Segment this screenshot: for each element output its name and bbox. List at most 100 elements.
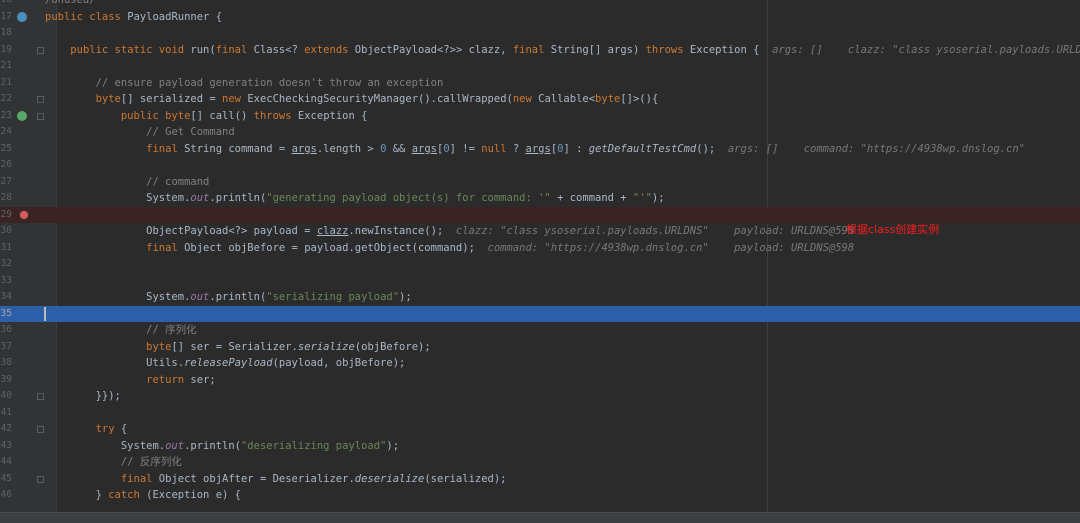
code-token: byte — [146, 340, 172, 353]
code-token: ObjectPayload<?> payload = — [45, 225, 317, 237]
code-token: null — [481, 142, 507, 155]
code-token: "deserializing payload" — [240, 439, 387, 452]
code-line[interactable]: 27 // command — [0, 174, 1080, 191]
code-token: Class<? — [253, 43, 305, 56]
code-token: public byte — [120, 109, 191, 122]
current-execution-line[interactable]: 35 — [0, 305, 1080, 322]
code-text: // ensure payload generation doesn't thr… — [45, 75, 444, 92]
line-number: 31 — [0, 241, 12, 253]
code-token: extends — [304, 43, 355, 56]
code-text: Utils.releasePayload(payload, objBefore)… — [45, 355, 405, 372]
line-number: 37 — [0, 340, 12, 352]
fold-toggle-icon[interactable] — [37, 393, 44, 400]
code-token: public static void — [70, 43, 191, 56]
code-line[interactable]: 21 // ensure payload generation doesn't … — [0, 75, 1080, 92]
code-token: [] serialized = — [120, 93, 223, 105]
code-line[interactable]: 31 final Object objBefore = payload.getO… — [0, 240, 1080, 257]
line-number: 21 — [0, 60, 12, 71]
code-token: "generating payload object(s) for comman… — [266, 192, 551, 204]
code-line[interactable]: 39 return ser; — [0, 372, 1080, 389]
code-line[interactable]: 40 }}); — [0, 388, 1080, 405]
horizontal-scrollbar[interactable] — [0, 512, 1080, 523]
code-line[interactable]: 32 — [0, 256, 1080, 273]
code-token: args — [525, 142, 551, 155]
code-line[interactable]: 16/Unused/ — [0, 0, 1080, 9]
code-token: deserialize — [354, 472, 425, 485]
code-token: System. — [45, 192, 191, 204]
code-line[interactable]: 38 Utils.releasePayload(payload, objBefo… — [0, 355, 1080, 372]
code-token: System. — [45, 439, 166, 452]
code-line[interactable]: 28 System.out.println("generating payloa… — [0, 190, 1080, 207]
code-line[interactable]: 44 // 反序列化 — [0, 454, 1080, 471]
code-line[interactable]: 19 public static void run(final Class<? … — [0, 42, 1080, 59]
code-token: PayloadRunner { — [127, 10, 223, 23]
code-text: System.out.println("generating payload o… — [45, 190, 664, 207]
code-token: .println( — [209, 192, 267, 204]
line-number: 30 — [0, 225, 12, 236]
code-token: ] : — [563, 142, 589, 155]
code-text: // Get Command — [45, 124, 235, 141]
code-text: // 反序列化 — [45, 454, 182, 471]
code-token: clazz — [316, 225, 349, 237]
class-marker-icon[interactable] — [17, 11, 27, 22]
code-line[interactable]: 23 public byte[] call() throws Exception… — [0, 108, 1080, 125]
code-text: System.out.println("deserializing payloa… — [45, 438, 399, 455]
inline-debug-value: args: [] clazz: "class ysoserial.payload… — [772, 43, 1080, 56]
implements-method-icon[interactable] — [17, 110, 27, 121]
fold-toggle-icon[interactable] — [37, 112, 44, 120]
code-token: getDefaultTestCmd — [588, 142, 697, 155]
code-text: final String command = args.length > 0 &… — [45, 141, 1025, 158]
line-number: 17 — [0, 10, 12, 22]
code-token: catch — [108, 489, 147, 501]
code-line[interactable]: 21 — [0, 58, 1080, 75]
line-number: 16 — [0, 0, 12, 9]
code-line[interactable]: 26 — [0, 157, 1080, 174]
line-number: 42 — [0, 423, 12, 434]
code-line[interactable]: 42 try { — [0, 421, 1080, 438]
code-line[interactable]: 36 // 序列化 — [0, 322, 1080, 339]
code-line[interactable]: 25 final String command = args.length > … — [0, 141, 1080, 158]
code-text: return ser; — [45, 372, 216, 389]
line-number: 27 — [0, 175, 12, 187]
code-line[interactable]: 46 } catch (Exception e) { — [0, 487, 1080, 504]
code-text: ObjectPayload<?> payload = clazz.newInst… — [45, 223, 854, 240]
code-line[interactable]: 22 byte[] serialized = new ExecCheckingS… — [0, 91, 1080, 108]
code-token: // Get Command — [146, 126, 235, 138]
code-line[interactable]: 18 — [0, 25, 1080, 42]
code-token: []>(){ — [620, 93, 659, 105]
code-token: return — [146, 373, 191, 386]
code-text: } catch (Exception e) { — [45, 487, 241, 504]
breakpoint-icon[interactable] — [19, 209, 29, 220]
fold-toggle-icon[interactable] — [37, 46, 44, 54]
code-line[interactable]: 45 final Object objAfter = Deserializer.… — [0, 471, 1080, 488]
code-text: public byte[] call() throws Exception { — [45, 108, 368, 125]
code-token: call — [209, 109, 235, 122]
code-token: new — [512, 93, 539, 105]
code-line[interactable]: 24 // Get Command — [0, 124, 1080, 141]
code-line[interactable]: 41 — [0, 405, 1080, 422]
code-line[interactable]: 34 System.out.println("serializing paylo… — [0, 289, 1080, 306]
line-number: 23 — [0, 109, 12, 121]
code-line[interactable]: 37 byte[] ser = Serializer.serialize(obj… — [0, 339, 1080, 356]
code-token: Object objBefore = payload.getObject(com… — [184, 241, 488, 254]
fold-toggle-icon[interactable] — [37, 96, 44, 103]
fold-toggle-icon[interactable] — [37, 426, 44, 433]
code-token: final — [120, 472, 159, 485]
code-editor[interactable]: 16/Unused/17 public class PayloadRunner {… — [0, 0, 1080, 512]
code-text: // 序列化 — [45, 322, 196, 339]
fold-toggle-icon[interactable] — [37, 475, 44, 483]
code-token: () — [234, 109, 254, 122]
code-token: .println( — [209, 291, 267, 303]
code-text: final Object objBefore = payload.getObje… — [45, 240, 854, 257]
code-token: [] — [190, 109, 210, 122]
code-line[interactable]: 33 — [0, 273, 1080, 290]
code-token: ExecCheckingSecurityManager().callWrappe… — [247, 93, 513, 105]
code-token: Object objAfter = Deserializer. — [158, 472, 355, 485]
line-number: 41 — [0, 406, 12, 418]
code-line[interactable]: 17 public class PayloadRunner { — [0, 9, 1080, 26]
code-token: [] ser = Serializer. — [171, 340, 298, 353]
code-line[interactable]: 43 System.out.println("deserializing pay… — [0, 438, 1080, 455]
